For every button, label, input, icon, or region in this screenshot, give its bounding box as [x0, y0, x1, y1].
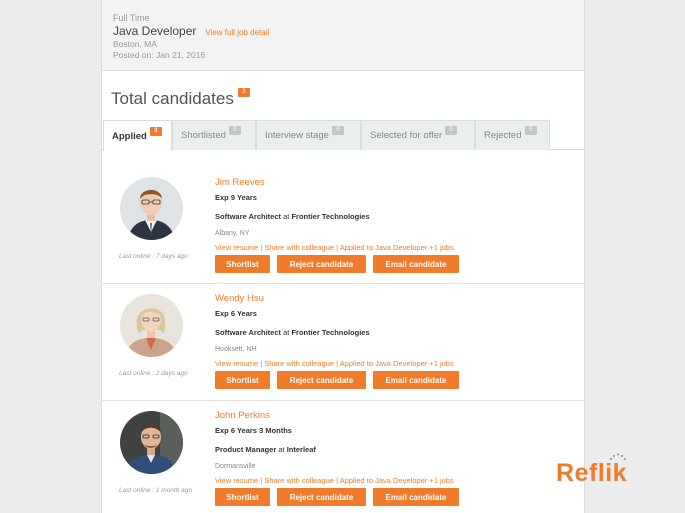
last-online: Last online : 2 days ago [119, 370, 188, 377]
share-with-colleague-link[interactable]: Share with colleague [264, 359, 334, 368]
candidate-city: Hooksett, NH [215, 346, 257, 353]
share-with-colleague-link[interactable]: Share with colleague [264, 476, 334, 485]
job-location: Boston, MA [113, 39, 157, 49]
role-company: Interleaf [286, 445, 316, 454]
avatar-photo-icon [120, 294, 183, 357]
candidate-info: Jim Reeves Exp 9 Years Software Architec… [215, 177, 466, 273]
tab-selected-for-offer[interactable]: Selected for offer 0 [361, 120, 475, 150]
role-company: Frontier Technologies [291, 328, 370, 337]
view-job-detail-link[interactable]: View full job detail [205, 28, 269, 37]
candidate-avatar[interactable] [120, 177, 183, 240]
tab-count: 0 [445, 126, 458, 135]
candidate-role: Software Architect at Frontier Technolog… [215, 212, 466, 221]
last-online: Last online : 7 days ago [119, 253, 188, 260]
reject-candidate-button[interactable]: Reject candidate [277, 255, 366, 273]
shortlist-button[interactable]: Shortlist [215, 255, 270, 273]
candidate-actions: Shortlist Reject candidate Email candida… [215, 371, 466, 389]
tab-applied[interactable]: Applied 3 [103, 120, 172, 151]
job-type: Full Time [113, 13, 150, 23]
candidate-card: Last online : 7 days ago Jim Reeves Exp … [102, 168, 584, 284]
tab-shortlisted[interactable]: Shortlisted 0 [172, 120, 256, 150]
candidate-experience: Exp 9 Years [215, 193, 257, 202]
tab-count: 0 [228, 126, 241, 135]
candidate-city: Albany, NY [215, 230, 250, 237]
tab-label: Shortlisted [181, 130, 226, 141]
role-at: at [276, 445, 287, 454]
view-resume-link[interactable]: View resume [215, 243, 258, 252]
candidate-role: Product Manager at Interleaf [215, 445, 466, 454]
candidate-links: View resume | Share with colleague | App… [215, 476, 466, 485]
job-summary: Full Time Java Developer View full job d… [102, 0, 584, 71]
total-candidates-title: Total candidates [111, 89, 234, 108]
role-company: Frontier Technologies [291, 212, 370, 221]
reject-candidate-button[interactable]: Reject candidate [277, 488, 366, 506]
role-title: Product Manager [215, 445, 277, 454]
tab-label: Interview stage [265, 130, 329, 141]
applied-jobs-link[interactable]: Applied to Java Developer +1 jobs [340, 243, 454, 252]
applied-jobs-link[interactable]: Applied to Java Developer +1 jobs [340, 476, 454, 485]
candidate-role: Software Architect at Frontier Technolog… [215, 328, 466, 337]
total-candidates-heading: Total candidates 3 [111, 88, 250, 109]
candidate-card: Last online : 1 month ago John Perkins E… [102, 402, 584, 513]
candidate-name[interactable]: Wendy Hsu [215, 293, 466, 304]
tab-interview-stage[interactable]: Interview stage 0 [256, 120, 361, 150]
applied-jobs-link[interactable]: Applied to Java Developer +1 jobs [340, 359, 454, 368]
candidate-stage-tabs: Applied 3 Shortlisted 0 Interview stage … [102, 120, 584, 151]
shortlist-button[interactable]: Shortlist [215, 488, 270, 506]
email-candidate-button[interactable]: Email candidate [373, 371, 459, 389]
share-with-colleague-link[interactable]: Share with colleague [264, 243, 334, 252]
candidate-avatar[interactable] [120, 294, 183, 357]
candidate-avatar[interactable] [120, 411, 183, 474]
role-at: at [281, 212, 292, 221]
view-resume-link[interactable]: View resume [215, 476, 258, 485]
role-at: at [281, 328, 292, 337]
avatar-photo-icon [120, 411, 183, 474]
email-candidate-button[interactable]: Email candidate [373, 255, 459, 273]
candidate-links: View resume | Share with colleague | App… [215, 243, 466, 252]
job-posted-date: Posted on: Jan 21, 2016 [113, 50, 206, 60]
tab-count: 0 [524, 126, 537, 135]
tab-label: Applied [112, 130, 147, 142]
view-resume-link[interactable]: View resume [215, 359, 258, 368]
candidate-actions: Shortlist Reject candidate Email candida… [215, 488, 466, 506]
tab-rejected[interactable]: Rejected 0 [475, 120, 550, 150]
avatar-photo-icon [120, 177, 183, 240]
candidate-experience: Exp 6 Years [215, 309, 257, 318]
brand-name: Reflik [556, 459, 628, 487]
candidate-links: View resume | Share with colleague | App… [215, 359, 466, 368]
job-title: Java Developer [113, 24, 197, 38]
email-candidate-button[interactable]: Email candidate [373, 488, 459, 506]
tab-label: Rejected [484, 130, 522, 141]
candidate-info: Wendy Hsu Exp 6 Years Software Architect… [215, 293, 466, 389]
candidate-experience: Exp 6 Years 3 Months [215, 426, 292, 435]
total-candidates-count: 3 [237, 88, 250, 97]
tab-count: 0 [331, 126, 344, 135]
role-title: Software Architect [215, 328, 281, 337]
candidate-actions: Shortlist Reject candidate Email candida… [215, 255, 466, 273]
last-online: Last online : 1 month ago [119, 487, 192, 494]
candidate-card: Last online : 2 days ago Wendy Hsu Exp 6… [102, 285, 584, 401]
tab-count: 3 [149, 126, 162, 136]
shortlist-button[interactable]: Shortlist [215, 371, 270, 389]
candidate-name[interactable]: John Perkins [215, 410, 466, 421]
candidates-panel: Full Time Java Developer View full job d… [101, 0, 585, 513]
role-title: Software Architect [215, 212, 281, 221]
candidate-info: John Perkins Exp 6 Years 3 Months Produc… [215, 410, 466, 506]
candidate-name[interactable]: Jim Reeves [215, 177, 466, 188]
reject-candidate-button[interactable]: Reject candidate [277, 371, 366, 389]
reflik-logo: Reflik [556, 452, 646, 492]
candidate-city: Dormansville [215, 463, 256, 470]
tab-label: Selected for offer [370, 130, 443, 141]
